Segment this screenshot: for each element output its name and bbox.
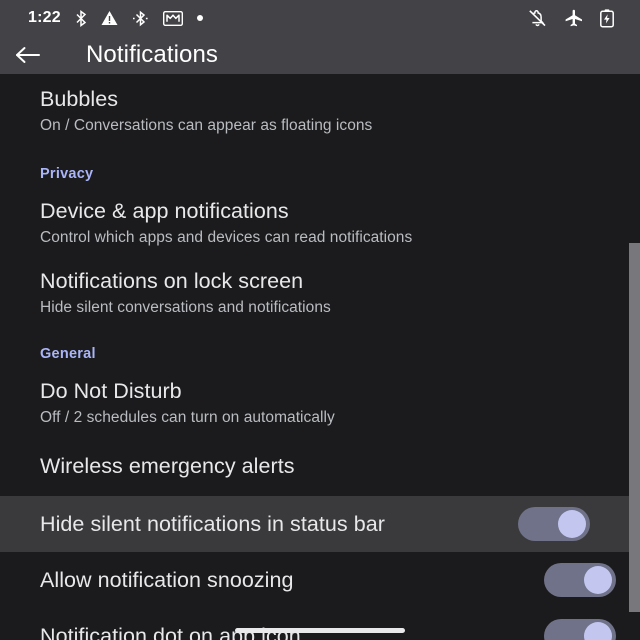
list-item-text: Hide silent notifications in status bar <box>40 511 500 538</box>
home-gesture-pill[interactable] <box>235 628 405 633</box>
section-header-general: General <box>40 346 96 362</box>
back-button[interactable] <box>0 36 56 74</box>
switch-thumb <box>558 510 586 538</box>
switch-thumb <box>584 566 612 594</box>
page-title: Notifications <box>86 41 219 68</box>
list-item-wireless-emergency-alerts[interactable]: Wireless emergency alerts <box>0 440 640 496</box>
list-item-subtitle: On / Conversations can appear as floatin… <box>40 117 373 134</box>
list-item-title: Device & app notifications <box>40 199 289 223</box>
airplane-mode-icon <box>564 9 583 28</box>
list-item-title: Do Not Disturb <box>40 379 182 403</box>
list-item-text: Bubbles On / Conversations can appear as … <box>40 86 616 136</box>
switch-hide-silent-notifications-in-status-bar[interactable] <box>518 507 590 541</box>
status-bar-right <box>528 8 614 28</box>
list-item-title: Bubbles <box>40 87 119 111</box>
bluetooth-connected-icon <box>132 10 149 27</box>
vertical-scrollbar-thumb[interactable] <box>629 243 640 612</box>
list-item-subtitle: Hide silent conversations and notificati… <box>40 299 331 316</box>
list-item-text: Device & app notifications Control which … <box>40 198 616 248</box>
battery-charging-icon <box>600 8 614 28</box>
warning-triangle-icon <box>101 10 118 26</box>
switch-allow-notification-snoozing[interactable] <box>544 563 616 597</box>
list-item-text: Allow notification snoozing <box>40 567 526 594</box>
list-item-subtitle: Control which apps and devices can read … <box>40 229 413 246</box>
list-item-hide-silent-notifications-in-status-bar[interactable]: Hide silent notifications in status bar <box>0 496 640 552</box>
notification-dot-icon <box>196 15 203 21</box>
list-item-subtitle: Off / 2 schedules can turn on automatica… <box>40 409 335 426</box>
list-item-title: Hide silent notifications in status bar <box>40 511 385 536</box>
status-bar-left: 1:22 <box>28 9 528 27</box>
settings-list[interactable]: Bubbles On / Conversations can appear as … <box>0 74 640 640</box>
list-item-title: Wireless emergency alerts <box>40 453 295 478</box>
list-item-allow-notification-snoozing[interactable]: Allow notification snoozing <box>0 552 640 608</box>
app-bar: Notifications <box>0 36 640 74</box>
gesture-navigation-bar <box>0 628 640 633</box>
mail-badge-icon <box>162 10 183 26</box>
list-item-title: Allow notification snoozing <box>40 567 294 592</box>
list-item-device-and-app-notifications[interactable]: Device & app notifications Control which … <box>0 192 640 260</box>
list-item-text: Do Not Disturb Off / 2 schedules can turn… <box>40 378 616 428</box>
notifications-off-icon <box>528 9 547 28</box>
list-item-do-not-disturb[interactable]: Do Not Disturb Off / 2 schedules can turn… <box>0 372 640 440</box>
bluetooth-icon <box>75 9 87 27</box>
list-item-notification-dot-on-app-icon[interactable]: Notification dot on app icon <box>0 608 640 640</box>
phone-screen: 1:22 Notifications Bubbles On / Conversa… <box>0 0 640 640</box>
list-item-notifications-on-lock-screen[interactable]: Notifications on lock screen Hide silent … <box>0 260 640 330</box>
section-header-privacy: Privacy <box>40 166 94 182</box>
list-item-bubbles[interactable]: Bubbles On / Conversations can appear as … <box>0 74 640 150</box>
list-item-text: Wireless emergency alerts <box>40 453 616 480</box>
list-item-title: Notifications on lock screen <box>40 269 304 293</box>
status-bar-clock: 1:22 <box>28 9 61 26</box>
status-bar: 1:22 <box>0 0 640 36</box>
list-item-text: Notifications on lock screen Hide silent … <box>40 268 616 318</box>
